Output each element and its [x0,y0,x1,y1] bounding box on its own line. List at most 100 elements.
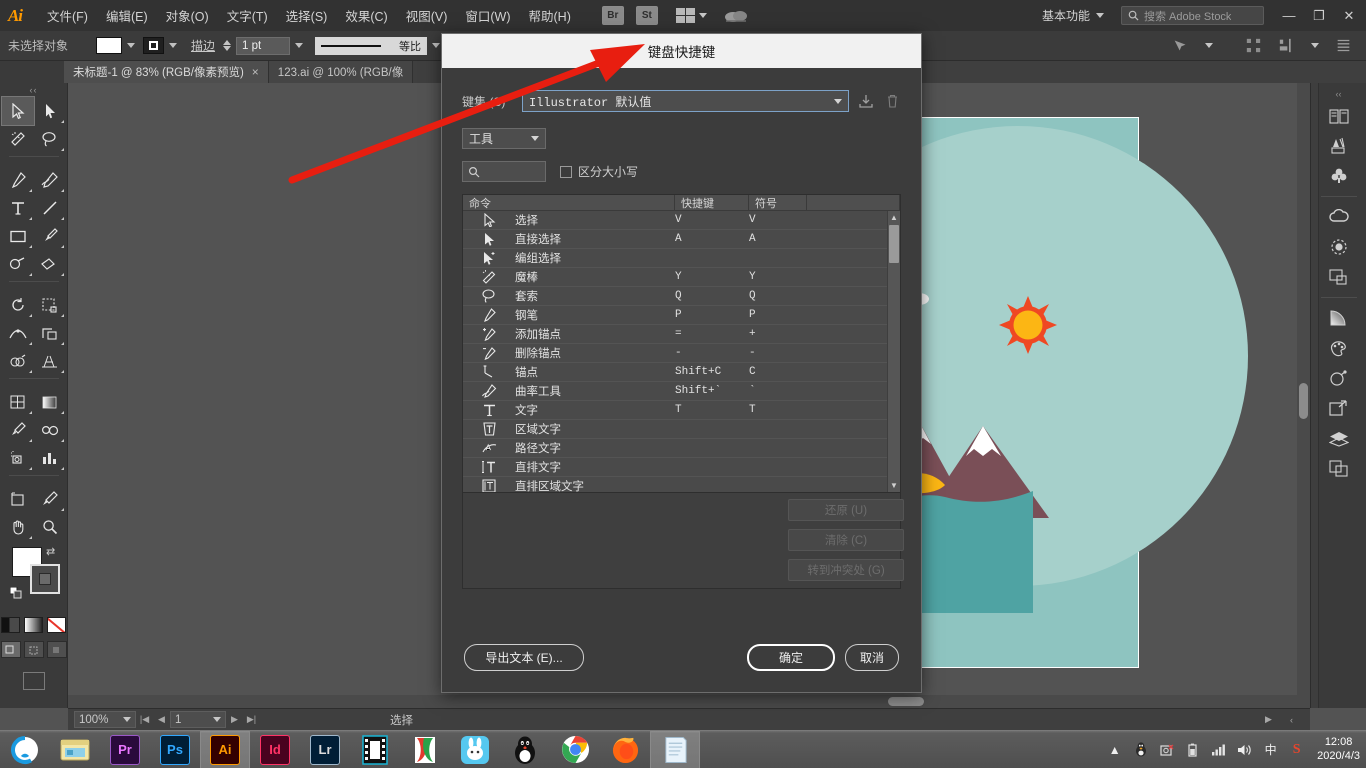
table-vertical-scrollbar[interactable]: ▲ ▼ [887,211,900,492]
status-menu-icon[interactable]: ‹ [1283,711,1300,728]
arrange-documents-button[interactable] [676,8,707,23]
table-body[interactable]: 选择VV直接选择AA编组选择魔棒YY套索QQ钢笔PP添加锚点=+删除锚点--锚点… [463,211,900,492]
close-icon[interactable]: × [252,65,259,79]
draw-normal-button[interactable] [1,641,21,658]
table-row[interactable]: 选择VV [463,211,900,230]
document-tab-1[interactable]: 未标题-1 @ 83% (RGB/像素预览) × [64,61,269,83]
prev-artboard-button[interactable]: ◀ [153,711,170,728]
tool-eyedropper[interactable] [2,416,34,444]
table-row[interactable]: 魔棒YY [463,268,900,287]
case-sensitive-checkbox[interactable]: 区分大小写 [560,163,638,180]
clear-button[interactable]: 清除 (C) [788,529,904,551]
tool-direct-selection[interactable] [34,97,66,125]
transform-icon[interactable] [1322,393,1356,423]
tool-mesh[interactable] [2,388,34,416]
battery-icon[interactable] [1184,741,1201,758]
table-row[interactable]: 直接选择AA [463,230,900,249]
sogou-icon[interactable]: S [1288,741,1305,758]
table-row[interactable]: 删除锚点-- [463,344,900,363]
chevron-down-icon[interactable] [169,43,177,48]
workspace-switcher[interactable]: 基本功能 [1035,4,1111,27]
tool-curvature[interactable] [34,166,66,194]
tool-paintbrush[interactable] [34,222,66,250]
photoshop-icon[interactable]: Ps [150,731,200,768]
stock-search-input[interactable]: 搜索 Adobe Stock [1121,6,1264,25]
column-header-extra[interactable] [807,195,900,210]
signal-icon[interactable] [1210,741,1227,758]
libraries-icon[interactable] [1322,101,1356,131]
tool-rotate[interactable] [2,291,34,319]
menu-type[interactable]: 文字(T) [218,2,277,29]
symbols-icon[interactable] [1322,161,1356,191]
tool-column-graph[interactable] [34,444,66,472]
tux-icon[interactable] [1132,741,1149,758]
category-select[interactable]: 工具 [462,128,546,149]
cancel-button[interactable]: 取消 [845,644,899,671]
table-row[interactable]: 文字TT [463,401,900,420]
column-header-symbol[interactable]: 符号 [749,195,807,210]
panel-dock-grip[interactable] [1311,83,1319,708]
chevron-down-icon[interactable] [127,43,135,48]
select-similar-icon[interactable] [1172,38,1189,53]
scrollbar-thumb[interactable] [1299,383,1308,419]
stroke-profile-select[interactable]: 等比 [315,37,427,55]
close-button[interactable]: ✕ [1334,0,1364,31]
draw-behind-button[interactable] [24,641,44,658]
status-next-icon[interactable]: ▶ [1260,711,1277,728]
screenshot-icon[interactable] [1158,741,1175,758]
menu-help[interactable]: 帮助(H) [520,2,580,29]
table-row[interactable]: 套索QQ [463,287,900,306]
premiere-icon[interactable]: Pr [100,731,150,768]
gradient-icon[interactable] [1322,303,1356,333]
save-icon[interactable] [857,91,875,111]
color-guide-icon[interactable] [1322,232,1356,262]
pathfinder-icon[interactable] [1322,363,1356,393]
table-row[interactable]: 钢笔PP [463,306,900,325]
show-hidden-icon[interactable]: ▲ [1106,741,1123,758]
canvas-horizontal-scrollbar[interactable] [68,695,1310,708]
menu-effect[interactable]: 效果(C) [336,2,396,29]
table-row[interactable]: 锚点Shift+CC [463,363,900,382]
next-artboard-button[interactable]: ▶ [226,711,243,728]
links-icon[interactable] [1322,453,1356,483]
stroke-swatch[interactable] [30,564,60,594]
menu-select[interactable]: 选择(S) [277,2,337,29]
tool-eraser[interactable] [34,250,66,278]
menu-object[interactable]: 对象(O) [157,2,218,29]
table-row[interactable]: 添加锚点=+ [463,325,900,344]
column-header-command[interactable]: 命令 [463,195,675,210]
table-row[interactable]: 直排文字 [463,458,900,477]
tool-shaper[interactable] [2,250,34,278]
tool-selection[interactable] [2,97,34,125]
swap-fill-stroke-icon[interactable]: ⇄ [46,545,55,558]
table-row[interactable]: 编组选择 [463,249,900,268]
rabbit-app-icon[interactable] [450,731,500,768]
panel-dock-collapse[interactable]: ‹‹ [1311,89,1366,101]
tool-line-segment[interactable] [34,194,66,222]
search-input[interactable] [462,161,546,182]
volume-icon[interactable] [1236,741,1253,758]
tool-pen[interactable] [2,166,34,194]
stroke-weight-field[interactable]: 1 pt [236,37,290,55]
browser-360-icon[interactable] [0,731,50,768]
tool-artboard[interactable] [2,485,34,513]
brushes-icon[interactable] [1322,131,1356,161]
lightroom-icon[interactable]: Lr [300,731,350,768]
export-text-button[interactable]: 导出文本 (E)... [464,644,584,671]
screen-mode-button[interactable] [0,672,67,690]
scroll-up-icon[interactable]: ▲ [888,211,900,224]
trash-icon[interactable] [883,91,901,111]
menu-window[interactable]: 窗口(W) [456,2,519,29]
table-row[interactable]: 曲率工具Shift+`` [463,382,900,401]
chrome-icon[interactable] [550,731,600,768]
stroke-weight-label[interactable]: 描边 [191,37,215,54]
tool-slice[interactable] [34,485,66,513]
draw-inside-button[interactable] [47,641,67,658]
stroke-color-swatch[interactable] [143,37,164,54]
tool-shape-builder[interactable] [2,347,34,375]
zoom-level-field[interactable]: 100% [74,711,136,728]
tool-hand[interactable] [2,513,34,541]
tool-symbol-sprayer[interactable] [2,444,34,472]
chevron-down-icon[interactable] [1205,43,1213,48]
undo-button[interactable]: 还原 (U) [788,499,904,521]
